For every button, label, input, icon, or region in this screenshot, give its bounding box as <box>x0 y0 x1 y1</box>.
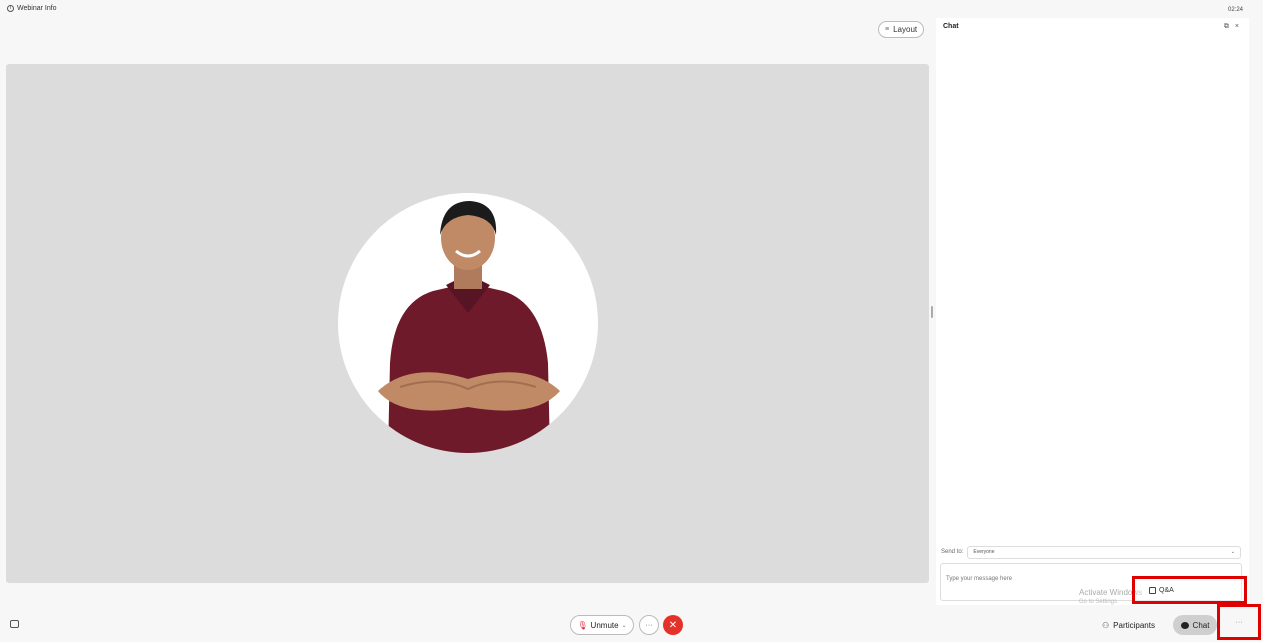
layout-label: Layout <box>893 25 918 34</box>
close-icon[interactable]: × <box>1235 23 1239 31</box>
panel-resize-handle[interactable] <box>931 306 933 318</box>
unmute-label: Unmute <box>590 620 619 630</box>
chat-bubble-icon <box>1180 621 1189 629</box>
mic-muted-icon: 🎙 <box>577 620 588 630</box>
bottom-control-bar: 🎙 Unmute ⌄ ··· ✕ ⚇ Participants Chat ··· <box>0 604 1263 642</box>
chat-message-placeholder: Type your message here <box>946 576 1013 582</box>
video-stage: ≡ Layout <box>0 18 936 605</box>
pop-out-icon[interactable]: ⧉ <box>1224 23 1229 31</box>
qa-menu-item[interactable]: Q&A <box>1132 576 1247 604</box>
send-to-label: Send to: <box>941 549 964 555</box>
send-to-row: Send to: Everyone ⌄ <box>941 545 1241 559</box>
webinar-info-label: Webinar Info <box>17 5 57 12</box>
unmute-button[interactable]: 🎙 Unmute ⌄ <box>570 615 634 635</box>
chevron-down-icon[interactable]: ⌄ <box>622 622 627 629</box>
webinar-info-link[interactable]: i Webinar Info <box>7 5 57 12</box>
overflow-menu-button[interactable]: ··· <box>1217 604 1261 640</box>
participants-button[interactable]: ⚇ Participants <box>1102 616 1155 634</box>
qa-label: Q&A <box>1159 586 1174 594</box>
captions-icon[interactable] <box>10 620 19 628</box>
chat-panel-title: Chat <box>943 23 959 30</box>
chat-panel: Chat ⧉ × Send to: Everyone ⌄ Type your m… <box>936 18 1249 605</box>
qa-icon <box>1149 586 1156 594</box>
meeting-timer: 02:24 <box>1227 7 1243 13</box>
chat-label: Chat <box>1192 620 1210 630</box>
more-options-button[interactable]: ··· <box>639 615 659 635</box>
layout-button[interactable]: ≡ Layout <box>878 21 925 38</box>
chat-panel-actions: ⧉ × <box>1224 23 1239 31</box>
chevron-down-icon: ⌄ <box>1230 549 1235 555</box>
webinar-app: i Webinar Info 02:24 ≡ Layout Chat ⧉ × S… <box>0 0 1263 642</box>
leave-meeting-button[interactable]: ✕ <box>663 615 683 635</box>
presenter-photo <box>378 201 560 453</box>
top-bar: i Webinar Info 02:24 <box>0 0 1263 18</box>
send-to-dropdown[interactable]: Everyone ⌄ <box>967 545 1241 559</box>
layout-icon: ≡ <box>885 26 890 33</box>
video-tile <box>6 64 929 583</box>
participants-icon: ⚇ <box>1102 620 1110 630</box>
participants-label: Participants <box>1113 620 1155 630</box>
info-icon: i <box>7 5 14 12</box>
chat-button[interactable]: Chat <box>1173 615 1217 635</box>
presenter-avatar <box>338 193 598 453</box>
send-to-value: Everyone <box>973 549 995 555</box>
